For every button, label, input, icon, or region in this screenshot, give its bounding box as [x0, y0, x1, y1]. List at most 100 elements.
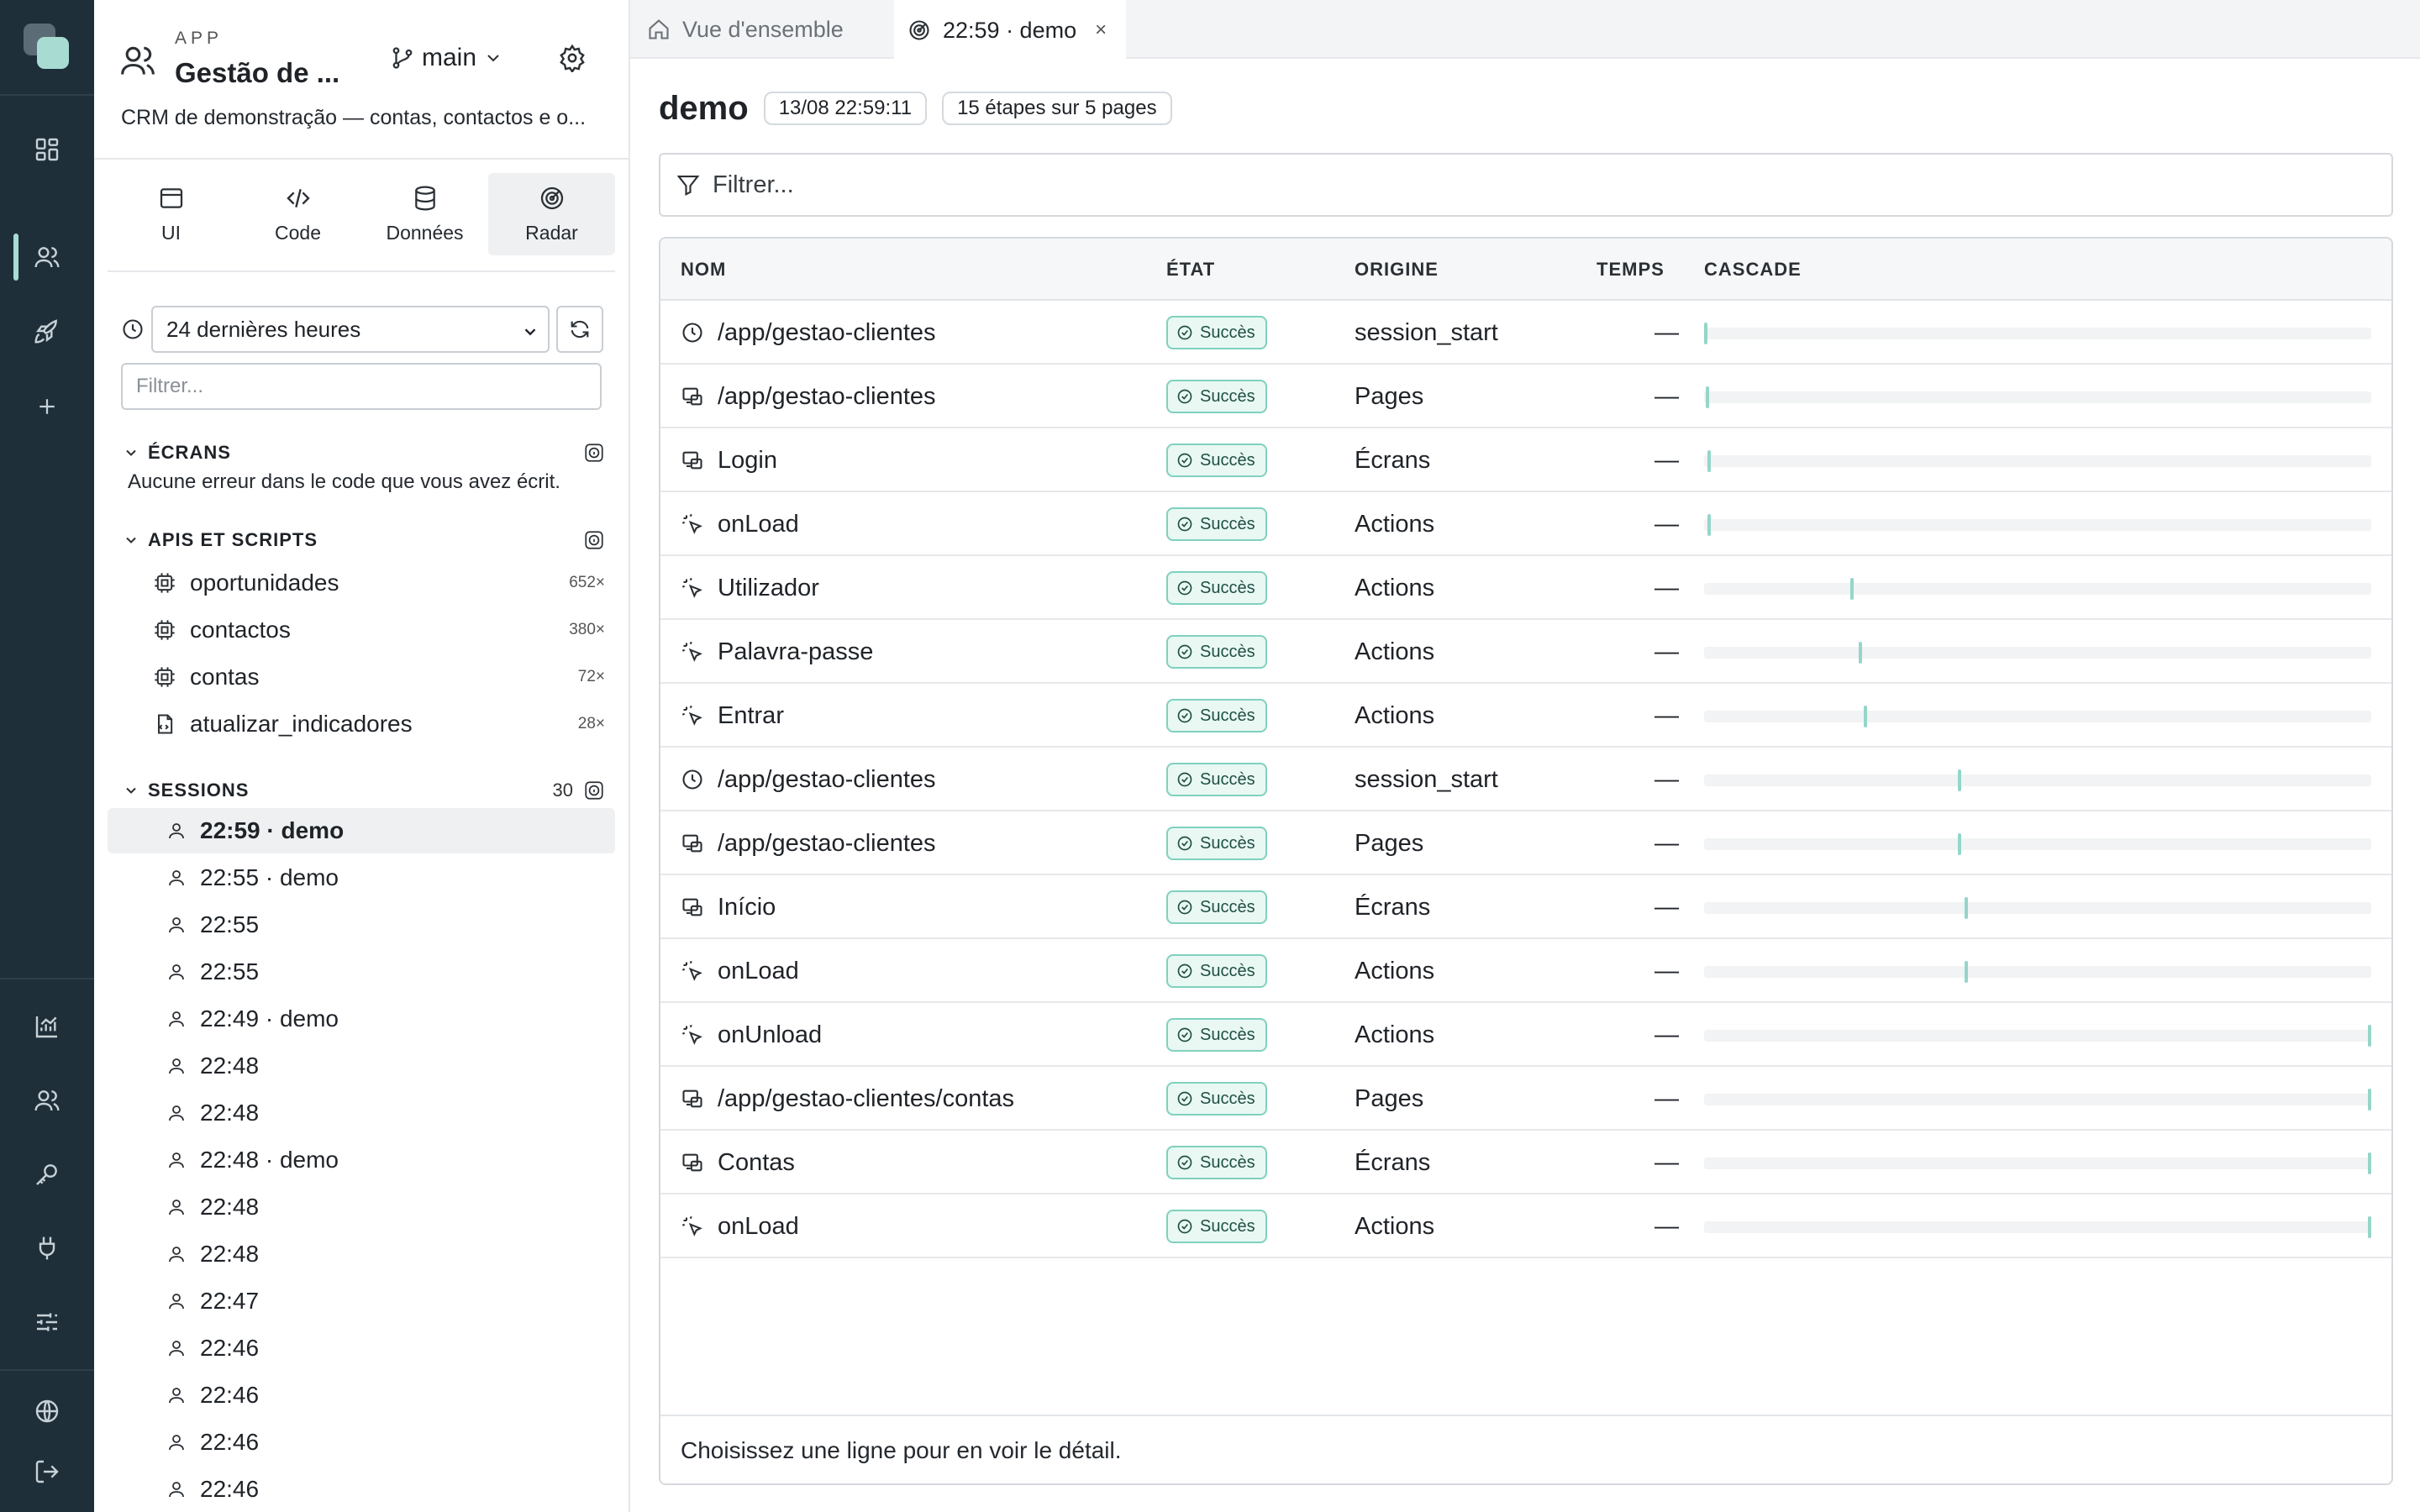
key-icon[interactable]	[29, 1156, 66, 1193]
time-range-select[interactable]: 24 dernières heures	[151, 306, 550, 353]
api-item[interactable]: atualizar_indicadores 28×	[153, 701, 607, 748]
pointer-icon	[681, 1215, 718, 1238]
plus-icon[interactable]	[29, 388, 66, 425]
session-item[interactable]: 22:59 · demo	[108, 808, 615, 853]
session-item[interactable]: 22:48	[108, 1090, 615, 1136]
tab-bar: Vue d'ensemble 22:59 · demo ×	[630, 0, 2420, 60]
table-row[interactable]: Utilizador Succès Actions —	[660, 556, 2391, 620]
step-origin: Actions	[1355, 1021, 1435, 1048]
status-label: Succès	[1200, 450, 1255, 470]
plug-icon[interactable]	[29, 1230, 66, 1267]
section-apis[interactable]: APIS ET SCRIPTS	[123, 528, 605, 553]
tab-overview[interactable]: Vue d'ensemble	[647, 0, 896, 59]
info-icon[interactable]	[583, 529, 605, 551]
info-icon[interactable]	[583, 442, 605, 464]
section-sessions[interactable]: SESSIONS 30	[123, 778, 605, 803]
cascade-track	[1704, 1025, 2371, 1047]
sidebar-filter-input[interactable]: Filtrer...	[121, 363, 602, 410]
session-item[interactable]: 22:46	[108, 1420, 615, 1465]
table-row[interactable]: /app/gestao-clientes Succès session_start —	[660, 301, 2391, 365]
git-branch-icon	[390, 45, 415, 71]
check-circle-icon	[1176, 963, 1193, 979]
analytics-icon[interactable]	[29, 1008, 66, 1045]
session-item[interactable]: 22:48	[108, 1231, 615, 1277]
table-row[interactable]: /app/gestao-clientes Succès Pages —	[660, 811, 2391, 875]
logout-icon[interactable]	[29, 1453, 66, 1490]
session-item[interactable]: 22:55	[108, 949, 615, 995]
mode-radar[interactable]: Radar	[488, 173, 615, 255]
session-item[interactable]: 22:47	[108, 1278, 615, 1324]
globe-icon[interactable]	[29, 1393, 66, 1430]
main-filter-input[interactable]: Filtrer...	[659, 153, 2393, 217]
info-icon[interactable]	[583, 780, 605, 801]
branch-selector[interactable]: main	[390, 44, 503, 72]
column-header-origin[interactable]: ORIGINE	[1355, 259, 1439, 281]
session-item[interactable]: 22:48	[108, 1184, 615, 1230]
session-item[interactable]: 22:49 · demo	[108, 996, 615, 1042]
dashboard-icon[interactable]	[29, 131, 66, 168]
table-row[interactable]: Entrar Succès Actions —	[660, 684, 2391, 748]
status-badge: Succès	[1166, 316, 1267, 349]
status-label: Succès	[1200, 1152, 1255, 1172]
table-row[interactable]: onLoad Succès Actions —	[660, 492, 2391, 556]
user-icon	[166, 1338, 187, 1358]
cascade-track	[1704, 642, 2371, 664]
rail-active-indicator	[13, 234, 18, 281]
step-name: onLoad	[718, 510, 799, 538]
rocket-icon[interactable]	[29, 312, 66, 349]
users-icon[interactable]	[29, 239, 66, 276]
table-row[interactable]: /app/gestao-clientes/contas Succès Pages —	[660, 1067, 2391, 1131]
app-title[interactable]: Gestão de ...	[175, 57, 339, 89]
cascade-marker	[2368, 1152, 2371, 1174]
mode-ui[interactable]: UI	[108, 173, 234, 255]
table-row[interactable]: onLoad Succès Actions —	[660, 939, 2391, 1003]
table-row[interactable]: Início Succès Écrans —	[660, 875, 2391, 939]
api-item[interactable]: contas 72×	[153, 654, 607, 701]
table-row[interactable]: /app/gestao-clientes Succès Pages —	[660, 365, 2391, 428]
step-origin: Écrans	[1355, 893, 1431, 921]
page-header: demo 13/08 22:59:11 15 étapes sur 5 page…	[659, 87, 1172, 129]
close-icon[interactable]: ×	[1095, 18, 1107, 42]
step-time: —	[1655, 574, 1679, 601]
table-row[interactable]: Palavra-passe Succès Actions —	[660, 620, 2391, 684]
refresh-button[interactable]	[556, 306, 603, 353]
session-item[interactable]: 22:48	[108, 1043, 615, 1089]
check-circle-icon	[1176, 1026, 1193, 1043]
tab-label: 22:59 · demo	[943, 17, 1077, 43]
logo-icon[interactable]	[24, 24, 71, 71]
icon-rail	[0, 0, 94, 1512]
api-name: contactos	[190, 617, 291, 643]
mode-donnees[interactable]: Données	[361, 173, 488, 255]
section-ecrans[interactable]: ÉCRANS	[123, 440, 605, 465]
cascade-marker	[2368, 1025, 2371, 1047]
session-item[interactable]: 22:48 · demo	[108, 1137, 615, 1183]
team-icon[interactable]	[29, 1082, 66, 1119]
column-header-state[interactable]: ÉTAT	[1166, 259, 1215, 281]
table-row[interactable]: onUnload Succès Actions —	[660, 1003, 2391, 1067]
check-circle-icon	[1176, 324, 1193, 341]
step-name-cell: Início	[681, 875, 776, 939]
table-row[interactable]: /app/gestao-clientes Succès session_start —	[660, 748, 2391, 811]
session-item[interactable]: 22:55	[108, 902, 615, 948]
table-row[interactable]: Contas Succès Écrans —	[660, 1131, 2391, 1194]
pages-icon	[681, 1087, 718, 1110]
api-item[interactable]: oportunidades 652×	[153, 559, 607, 606]
mode-code[interactable]: Code	[234, 173, 361, 255]
gear-icon[interactable]	[558, 44, 587, 72]
sliders-icon[interactable]	[29, 1304, 66, 1341]
step-name: /app/gestao-clientes/contas	[718, 1084, 1015, 1112]
session-item[interactable]: 22:46	[108, 1326, 615, 1371]
api-item[interactable]: contactos 380×	[153, 606, 607, 654]
column-header-cascade[interactable]: CASCADE	[1704, 259, 1802, 281]
column-header-time[interactable]: TEMPS	[1597, 259, 1665, 281]
status-label: Succès	[1200, 323, 1255, 342]
session-item[interactable]: 22:46	[108, 1373, 615, 1418]
table-row[interactable]: onLoad Succès Actions —	[660, 1194, 2391, 1258]
session-item[interactable]: 22:46	[108, 1467, 615, 1512]
table-row[interactable]: Login Succès Écrans —	[660, 428, 2391, 492]
column-header-name[interactable]: NOM	[681, 259, 726, 281]
detail-hint: Choisissez une ligne pour en voir le dét…	[660, 1415, 2391, 1483]
session-item[interactable]: 22:55 · demo	[108, 855, 615, 900]
tab-session[interactable]: 22:59 · demo ×	[894, 0, 1126, 60]
session-label: 22:48	[200, 1053, 260, 1079]
